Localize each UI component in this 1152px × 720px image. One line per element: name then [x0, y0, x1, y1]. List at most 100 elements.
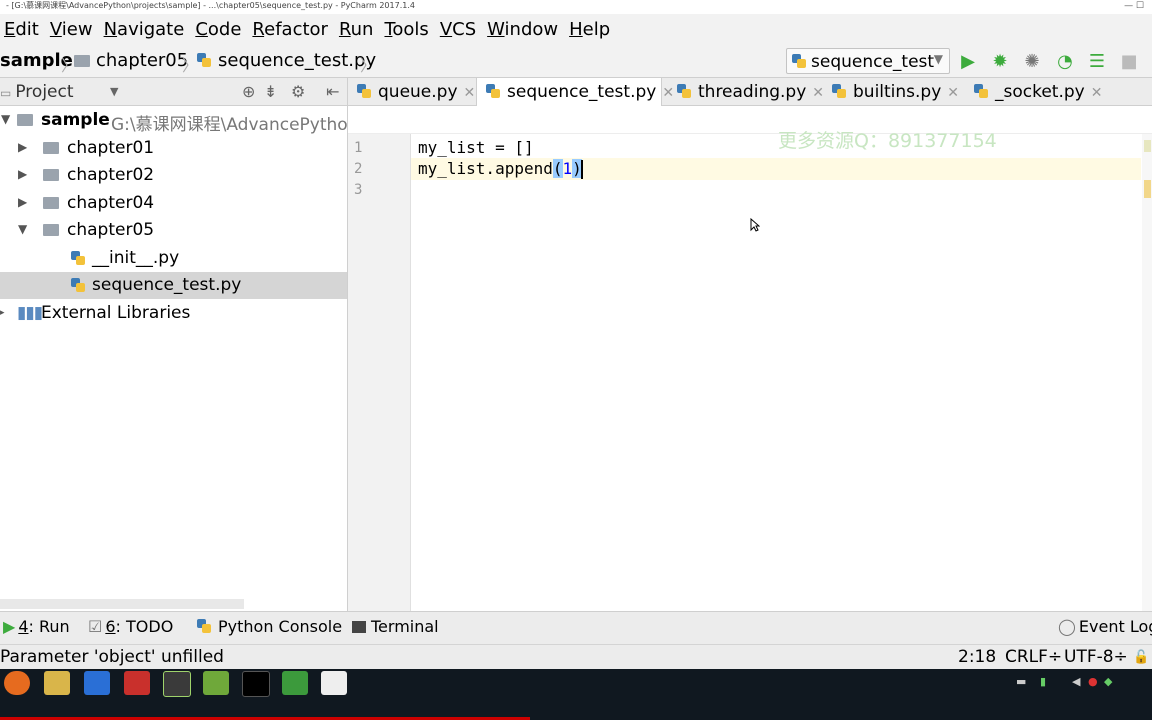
close-icon[interactable]: ✕ — [1091, 85, 1103, 101]
tree-item-chapter02[interactable]: ▶ chapter02 — [0, 162, 347, 189]
cmd-icon[interactable] — [242, 671, 270, 697]
todo-tool-shortcut: 6 — [105, 617, 116, 636]
stripe-marker[interactable] — [1144, 180, 1151, 198]
hide-panel-icon[interactable]: ⇤ — [326, 82, 339, 101]
run-tool-button[interactable]: ▶ 4: Run — [3, 617, 70, 636]
app-blue-icon[interactable] — [84, 671, 110, 695]
scroll-from-source-icon[interactable]: ⊕ — [242, 82, 255, 101]
chevron-right-icon[interactable]: ▸ — [0, 308, 5, 318]
chevron-down-icon[interactable]: ▼ — [18, 222, 27, 236]
menu-help[interactable]: Help — [569, 19, 610, 40]
tree-item-chapter01[interactable]: ▶ chapter01 — [0, 135, 347, 162]
tab-sequence-test-py[interactable]: sequence_test.py ✕ — [476, 78, 674, 106]
tab-socket-py[interactable]: _socket.py ✕ — [965, 78, 1117, 106]
profile-button[interactable]: ◔ — [1054, 51, 1076, 73]
chevron-down-icon[interactable]: ▼ — [110, 85, 118, 98]
menu-vcs[interactable]: VCS — [440, 19, 476, 40]
code-line-1: my_list = [] — [418, 138, 534, 157]
editor-gutter[interactable]: 1 2 3 — [348, 134, 411, 611]
breadcrumb-file[interactable]: sequence_test.py — [196, 50, 376, 71]
menu-tools[interactable]: Tools — [384, 19, 428, 40]
collapse-all-icon[interactable]: ⇟ — [264, 82, 277, 101]
tab-builtins-py[interactable]: builtins.py ✕ — [823, 78, 963, 106]
chevron-right-icon[interactable]: ▶ — [18, 195, 27, 209]
error-stripe[interactable] — [1142, 134, 1152, 611]
todo-icon: ☑ — [88, 617, 103, 636]
menu-refactor[interactable]: Refactor — [252, 19, 328, 40]
camtasia-white-icon[interactable] — [321, 671, 347, 695]
chevron-down-icon[interactable]: ▼ — [1, 112, 10, 126]
pycharm-icon[interactable] — [163, 671, 191, 697]
menu-view[interactable]: View — [50, 19, 93, 40]
firefox-icon[interactable] — [4, 671, 30, 695]
debug-button[interactable]: ✹ — [989, 51, 1011, 73]
tree-root-sample[interactable]: ▼ sample G:\慕课网课程\AdvancePython — [0, 107, 358, 135]
menu-code[interactable]: Code — [195, 19, 241, 40]
chevron-down-icon: ▼ — [933, 52, 943, 66]
terminal-button[interactable]: Terminal — [352, 617, 439, 636]
tray-battery-icon[interactable]: ▮ — [1040, 675, 1046, 688]
tree-item-label: chapter04 — [67, 193, 155, 213]
breadcrumb-folder[interactable]: chapter05 — [74, 50, 188, 71]
tree-item-chapter05[interactable]: ▼ chapter05 — [0, 217, 347, 244]
tray-app-icon[interactable]: ● — [1088, 675, 1098, 688]
tab-queue-py[interactable]: queue.py ✕ — [348, 78, 476, 106]
menu-edit[interactable]: Edit — [4, 19, 39, 40]
event-log-icon: ◯ — [1058, 617, 1076, 636]
window-controls[interactable]: — ☐ — [1094, 0, 1152, 12]
chevron-right-icon[interactable]: ▶ — [18, 167, 27, 181]
todo-tool-button[interactable]: ☑ 6: TODO — [88, 617, 173, 636]
notepad-icon[interactable] — [203, 671, 229, 695]
file-explorer-icon[interactable] — [44, 671, 70, 695]
tree-root-label: sample — [41, 110, 110, 130]
lock-icon[interactable]: 🔓 — [1133, 650, 1149, 665]
text-caret — [581, 160, 583, 179]
close-icon[interactable]: ✕ — [464, 85, 476, 101]
tree-item-external-libraries[interactable]: ▸ ▮▮▮ External Libraries — [0, 300, 347, 327]
menu-run[interactable]: Run — [339, 19, 374, 40]
tray-network-icon[interactable]: ◆ — [1104, 675, 1112, 688]
tree-item-chapter04[interactable]: ▶ chapter04 — [0, 190, 347, 217]
tab-threading-py[interactable]: threading.py ✕ — [668, 78, 824, 106]
chevron-right-icon[interactable]: ▶ — [18, 140, 27, 154]
os-taskbar: ▬ ▮ ◀ ● ◆ — [0, 669, 1152, 720]
tray-volume-icon[interactable]: ◀ — [1072, 675, 1080, 688]
code-line-2: my_list.append(1) — [418, 159, 582, 178]
python-console-button[interactable]: Python Console — [196, 617, 342, 636]
stripe-marker[interactable] — [1144, 140, 1151, 152]
app-red-x-icon[interactable] — [124, 671, 150, 695]
tree-item-label: External Libraries — [41, 303, 191, 323]
file-encoding[interactable]: UTF-8÷ — [1064, 647, 1128, 667]
tree-item-label: chapter02 — [67, 165, 155, 185]
tree-item-label: sequence_test.py — [92, 275, 242, 295]
camtasia-green-icon[interactable] — [282, 671, 308, 695]
concurrency-diagram-button[interactable]: ☰ — [1086, 51, 1108, 73]
folder-icon — [43, 224, 59, 236]
editor-breadcrumb-area — [348, 106, 1152, 134]
stop-button[interactable]: ■ — [1118, 51, 1140, 73]
run-tool-label: : Run — [28, 617, 70, 636]
tree-item-init-py[interactable]: __init__.py — [0, 245, 347, 272]
tree-horizontal-scrollbar[interactable] — [0, 599, 244, 609]
line-separator[interactable]: CRLF÷ — [1005, 647, 1062, 667]
run-configuration-select[interactable]: sequence_test ▼ — [786, 48, 950, 74]
close-icon[interactable]: ✕ — [947, 85, 959, 101]
coverage-button[interactable]: ✺ — [1021, 51, 1043, 73]
tab-label: queue.py — [378, 82, 458, 102]
line-number: 2 — [354, 161, 363, 177]
project-view-icon: ▭ — [0, 86, 12, 100]
menu-window[interactable]: Window — [487, 19, 558, 40]
navigation-bar: sample 〉 chapter05 〉 sequence_test.py 〉 — [0, 44, 1152, 78]
gear-icon[interactable]: ⚙ — [291, 82, 305, 101]
project-panel-title[interactable]: ▭ Project — [0, 82, 74, 102]
tray-icon[interactable]: ▬ — [1016, 675, 1026, 688]
tree-item-sequence-test-py[interactable]: sequence_test.py — [0, 272, 347, 299]
project-panel-header: ▭ Project ▼ ⊕ ⇟ ⚙ ⇤ — [0, 78, 347, 106]
run-button[interactable]: ▶ — [957, 51, 979, 73]
python-file-icon — [676, 83, 692, 99]
code-editor[interactable]: my_list = [] — [411, 134, 1152, 611]
event-log-button[interactable]: ◯ Event Log — [1058, 617, 1152, 636]
breadcrumb-folder-label: chapter05 — [96, 50, 189, 71]
menu-navigate[interactable]: Navigate — [104, 19, 185, 40]
cursor-position[interactable]: 2:18 — [958, 647, 996, 667]
